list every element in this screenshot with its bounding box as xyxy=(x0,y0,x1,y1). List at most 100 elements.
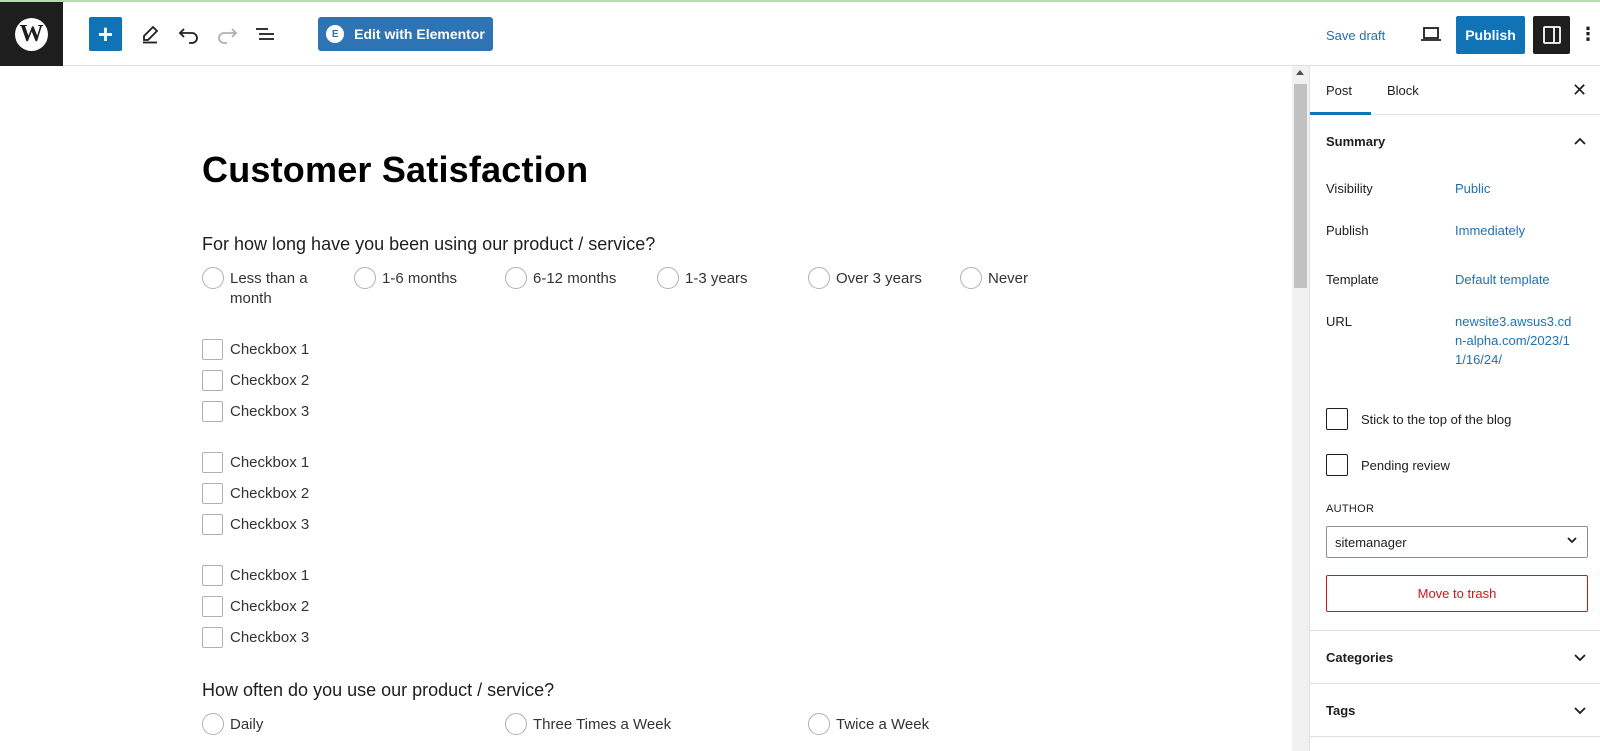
desktop-preview-icon xyxy=(1421,27,1441,41)
tags-panel-toggle[interactable]: Tags xyxy=(1310,684,1600,736)
redo-icon xyxy=(218,28,238,44)
undo-button[interactable] xyxy=(174,17,204,51)
checkbox[interactable] xyxy=(202,370,223,391)
radio-button[interactable] xyxy=(354,267,376,289)
stick-to-top-checkbox[interactable] xyxy=(1326,408,1348,430)
checkbox-option[interactable]: Checkbox 1 xyxy=(202,452,309,473)
radio-option[interactable]: Never xyxy=(960,267,1028,289)
publish-date-label: Publish xyxy=(1326,223,1369,238)
pending-review-label: Pending review xyxy=(1361,457,1450,473)
question-heading[interactable]: For how long have you been using our pro… xyxy=(202,234,655,255)
elementor-button-label: Edit with Elementor xyxy=(354,26,485,42)
publish-date-link[interactable]: Immediately xyxy=(1455,223,1525,238)
radio-button[interactable] xyxy=(505,713,527,735)
scroll-up-arrow-icon[interactable] xyxy=(1296,70,1304,75)
radio-button[interactable] xyxy=(202,267,224,289)
checkbox-option[interactable]: Checkbox 3 xyxy=(202,627,309,648)
author-selected-value: sitemanager xyxy=(1335,534,1407,550)
options-menu-button[interactable]: ⋮ xyxy=(1579,17,1597,51)
document-overview-button[interactable] xyxy=(250,17,280,51)
radio-option[interactable]: Twice a Week xyxy=(808,713,929,735)
radio-option[interactable]: Three Times a Week xyxy=(505,713,671,735)
radio-label: Less than a month xyxy=(230,270,308,307)
checkbox[interactable] xyxy=(202,452,223,473)
radio-option[interactable]: Over 3 years xyxy=(808,267,922,289)
scrollbar-thumb[interactable] xyxy=(1294,84,1307,288)
pending-review-checkbox[interactable] xyxy=(1326,454,1348,476)
radio-button[interactable] xyxy=(808,713,830,735)
move-to-trash-button[interactable]: Move to trash xyxy=(1326,575,1588,612)
radio-option[interactable]: 6-12 months xyxy=(505,267,616,289)
checkbox-option[interactable]: Checkbox 1 xyxy=(202,339,309,360)
chevron-down-icon xyxy=(1566,534,1578,549)
tab-block-label: Block xyxy=(1387,83,1419,98)
url-link[interactable]: newsite3.awsus3.cdn-alpha.com/2023/11/16… xyxy=(1455,312,1575,369)
tab-block[interactable]: Block xyxy=(1387,66,1419,115)
edit-with-elementor-button[interactable]: E Edit with Elementor xyxy=(318,17,493,51)
template-link[interactable]: Default template xyxy=(1455,272,1550,287)
checkbox[interactable] xyxy=(202,596,223,617)
checkbox[interactable] xyxy=(202,401,223,422)
radio-button[interactable] xyxy=(202,713,224,735)
categories-panel-toggle[interactable]: Categories xyxy=(1310,631,1600,683)
checkbox[interactable] xyxy=(202,483,223,504)
tools-pen-button[interactable] xyxy=(135,17,165,51)
close-sidebar-icon[interactable]: ✕ xyxy=(1572,80,1587,101)
sidebar-settings-icon xyxy=(1542,26,1561,44)
checkbox-option[interactable]: Checkbox 1 xyxy=(202,565,309,586)
checkbox[interactable] xyxy=(202,627,223,648)
radio-label: 1-6 months xyxy=(382,270,458,287)
settings-sidebar: Post Block ✕ Summary Visibility Public P… xyxy=(1309,66,1600,751)
checkbox-option[interactable]: Checkbox 3 xyxy=(202,514,309,535)
list-view-icon xyxy=(256,28,274,40)
tab-post[interactable]: Post xyxy=(1326,66,1352,115)
sidebar-tabs: Post Block ✕ xyxy=(1310,66,1600,115)
publish-button[interactable]: Publish xyxy=(1456,16,1525,54)
checkbox-label: Checkbox 2 xyxy=(230,598,310,615)
wordpress-logo-button[interactable]: W xyxy=(0,2,63,66)
radio-label: 1-3 years xyxy=(685,270,748,287)
pending-review-option[interactable]: Pending review xyxy=(1326,454,1450,476)
tags-title: Tags xyxy=(1326,702,1356,718)
editor-canvas[interactable]: Customer Satisfaction For how long have … xyxy=(0,66,1292,751)
checkbox-label: Checkbox 3 xyxy=(230,629,310,646)
stick-to-top-option[interactable]: Stick to the top of the blog xyxy=(1326,408,1511,430)
checkbox-option[interactable]: Checkbox 2 xyxy=(202,483,309,504)
radio-label: Twice a Week xyxy=(836,716,930,733)
visibility-label: Visibility xyxy=(1326,181,1373,196)
canvas-scrollbar[interactable] xyxy=(1292,66,1309,751)
post-title[interactable]: Customer Satisfaction xyxy=(202,149,588,191)
checkbox-label: Checkbox 3 xyxy=(230,403,310,420)
url-label: URL xyxy=(1326,314,1353,329)
radio-button[interactable] xyxy=(808,267,830,289)
checkbox-option[interactable]: Checkbox 2 xyxy=(202,370,309,391)
add-block-button[interactable]: + xyxy=(89,17,122,51)
checkbox[interactable] xyxy=(202,339,223,360)
summary-panel-toggle[interactable]: Summary xyxy=(1310,115,1600,167)
stick-to-top-label: Stick to the top of the blog xyxy=(1361,411,1512,427)
radio-button[interactable] xyxy=(657,267,679,289)
settings-toggle-button[interactable] xyxy=(1533,16,1570,54)
radio-button[interactable] xyxy=(505,267,527,289)
radio-option[interactable]: Less than a month xyxy=(202,267,312,309)
save-draft-button[interactable]: Save draft xyxy=(1326,28,1385,43)
preview-button[interactable] xyxy=(1416,17,1446,51)
radio-button[interactable] xyxy=(960,267,982,289)
radio-option[interactable]: Daily xyxy=(202,713,263,735)
question-heading[interactable]: How often do you use our product / servi… xyxy=(202,680,554,701)
radio-label: Over 3 years xyxy=(836,270,922,287)
summary-title: Summary xyxy=(1326,133,1386,149)
wordpress-logo-icon: W xyxy=(15,17,48,51)
radio-option[interactable]: 1-6 months xyxy=(354,267,457,289)
redo-button[interactable] xyxy=(212,17,242,51)
checkbox[interactable] xyxy=(202,514,223,535)
checkbox-label: Checkbox 1 xyxy=(230,567,310,584)
checkbox-option[interactable]: Checkbox 3 xyxy=(202,401,309,422)
author-select[interactable]: sitemanager xyxy=(1326,526,1588,558)
checkbox[interactable] xyxy=(202,565,223,586)
checkbox-label: Checkbox 1 xyxy=(230,341,310,358)
checkbox-option[interactable]: Checkbox 2 xyxy=(202,596,309,617)
radio-option[interactable]: 1-3 years xyxy=(657,267,748,289)
radio-label: Three Times a Week xyxy=(533,716,672,733)
visibility-value-link[interactable]: Public xyxy=(1455,181,1490,196)
